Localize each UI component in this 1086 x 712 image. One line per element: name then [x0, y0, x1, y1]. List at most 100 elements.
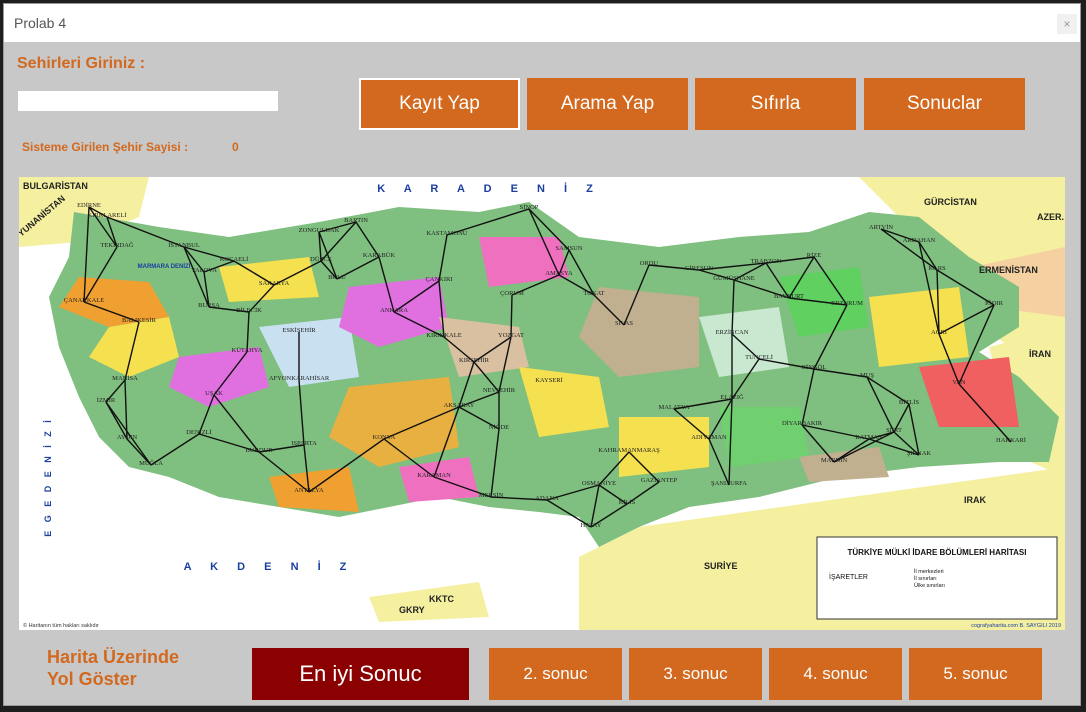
city-label[interactable]: MANİSA	[112, 375, 138, 382]
city-label[interactable]: YOZGAT	[498, 332, 524, 339]
city-label[interactable]: TRABZON	[751, 258, 782, 265]
city-label[interactable]: YALOVA	[191, 267, 217, 274]
city-label[interactable]: SAMSUN	[555, 245, 582, 252]
city-label[interactable]: İSTANBUL	[168, 242, 200, 249]
city-label[interactable]: ÇANKIRI	[425, 276, 452, 283]
city-input[interactable]	[18, 91, 278, 111]
city-label[interactable]: KARAMAN	[417, 472, 451, 479]
city-label[interactable]: AĞRI	[931, 328, 947, 336]
city-label[interactable]: ESKİŞEHİR	[282, 327, 316, 334]
neighbor-country-label: BULGARİSTAN	[23, 181, 88, 191]
city-label[interactable]: DENİZLİ	[186, 429, 212, 436]
result-5-button[interactable]: 5. sonuc	[909, 648, 1042, 700]
city-label[interactable]: KAYSERİ	[535, 377, 563, 384]
city-label[interactable]: ANTALYA	[294, 487, 324, 494]
turkey-map[interactable]: EDİRNE KIRKLARELİ TEKİRDAĞ İSTANBUL YALOVA KO…	[19, 177, 1065, 630]
city-label[interactable]: KAHRAMANMARAŞ	[598, 447, 660, 454]
city-label[interactable]: VAN	[952, 379, 966, 386]
city-label[interactable]: KOCAELİ	[220, 256, 249, 263]
city-label[interactable]: UŞAK	[205, 390, 223, 397]
neighbor-country-label: SURİYE	[704, 561, 738, 571]
city-label[interactable]: BATMAN	[855, 434, 883, 441]
city-label[interactable]: BİLECİK	[236, 307, 262, 314]
results-button[interactable]: Sonuclar	[864, 78, 1025, 130]
city-label[interactable]: MUŞ	[860, 372, 874, 379]
city-label[interactable]: MUĞLA	[139, 459, 163, 467]
city-label[interactable]: GİRESUN	[685, 265, 713, 272]
city-label[interactable]: KIRKLARELİ	[88, 212, 127, 219]
city-label[interactable]: SİVAS	[615, 320, 633, 327]
city-label[interactable]: MARDİN	[821, 457, 848, 464]
city-label[interactable]: HAKKARİ	[996, 437, 1026, 444]
city-label[interactable]: KARS	[928, 265, 946, 272]
neighbor-country-label: GKRY	[399, 605, 425, 615]
city-label[interactable]: KÜTAHYA	[232, 347, 263, 354]
city-label[interactable]: ADANA	[535, 495, 559, 502]
search-button[interactable]: Arama Yap	[527, 78, 688, 130]
city-label[interactable]: ADIYAMAN	[691, 434, 727, 441]
city-label[interactable]: NEVŞEHİR	[483, 387, 516, 394]
save-button[interactable]: Kayıt Yap	[359, 78, 520, 130]
city-label[interactable]: KİLİS	[619, 499, 636, 506]
city-label[interactable]: BURDUR	[245, 447, 273, 454]
city-label[interactable]: SİİRT	[886, 427, 902, 434]
city-label[interactable]: SAKARYA	[259, 280, 290, 287]
city-label[interactable]: ERZİNCAN	[716, 329, 749, 336]
close-icon[interactable]: ×	[1057, 14, 1077, 34]
city-label[interactable]: KARABÜK	[363, 252, 395, 259]
city-label[interactable]: TUNCELİ	[745, 354, 773, 361]
city-count-value: 0	[232, 140, 239, 154]
city-label[interactable]: DÜZCE	[310, 256, 332, 263]
city-label[interactable]: MERSİN	[479, 492, 504, 499]
city-label[interactable]: ERZURUM	[831, 300, 863, 307]
city-label[interactable]: RİZE	[807, 252, 821, 259]
city-label[interactable]: MALATYA	[658, 404, 689, 411]
city-label[interactable]: AYDIN	[117, 434, 138, 441]
result-3-button[interactable]: 3. sonuc	[629, 648, 762, 700]
city-label[interactable]: EDİRNE	[77, 202, 101, 209]
city-label[interactable]: ARDAHAN	[903, 237, 936, 244]
city-label[interactable]: AFYONKARAHİSAR	[269, 375, 330, 382]
city-label[interactable]: ANKARA	[380, 307, 408, 314]
city-label[interactable]: ORDU	[640, 260, 659, 267]
result-2-button[interactable]: 2. sonuc	[489, 648, 622, 700]
city-label[interactable]: OSMANİYE	[582, 480, 616, 487]
city-label[interactable]: ÇORUM	[500, 290, 524, 297]
neighbor-country-label: GÜRCİSTAN	[924, 197, 977, 207]
best-result-button[interactable]: En iyi Sonuc	[252, 648, 469, 700]
city-label[interactable]: IĞDIR	[985, 299, 1004, 307]
city-label[interactable]: SİNOP	[520, 204, 539, 211]
city-label[interactable]: BAYBURT	[774, 293, 804, 300]
result-4-button[interactable]: 4. sonuc	[769, 648, 902, 700]
city-label[interactable]: TOKAT	[583, 290, 604, 297]
city-label[interactable]: AMASYA	[545, 270, 573, 277]
city-label[interactable]: BOLU	[328, 274, 346, 281]
city-label[interactable]: DİYARBAKIR	[782, 420, 823, 427]
city-label[interactable]: ŞANLIURFA	[711, 480, 747, 487]
city-label[interactable]: KIRŞEHİR	[459, 357, 490, 364]
city-label[interactable]: KONYA	[373, 434, 396, 441]
city-label[interactable]: GAZİANTEP	[641, 477, 678, 484]
city-label[interactable]: NİĞDE	[489, 423, 509, 431]
city-label[interactable]: ŞIRNAK	[907, 450, 932, 457]
city-label[interactable]: AKSARAY	[444, 402, 475, 409]
city-label[interactable]: ELAZIĞ	[720, 393, 744, 401]
city-label[interactable]: BARTIN	[344, 217, 368, 224]
city-label[interactable]: KASTAMONU	[426, 230, 467, 237]
city-label[interactable]: BİNGÖL	[802, 364, 827, 371]
mediterranean-label: A K D E N İ Z	[184, 560, 355, 573]
city-label[interactable]: KIRIKKALE	[426, 332, 461, 339]
city-label[interactable]: HATAY	[581, 522, 602, 529]
city-label[interactable]: ARTVİN	[869, 224, 893, 231]
city-label[interactable]: ISPARTA	[291, 440, 317, 447]
city-label[interactable]: BİTLİS	[899, 399, 920, 406]
city-label[interactable]: ÇANAKKALE	[64, 297, 104, 304]
city-label[interactable]: TEKİRDAĞ	[100, 241, 134, 249]
city-label[interactable]: İZMİR	[97, 397, 116, 404]
reset-button[interactable]: Sıfırla	[695, 78, 856, 130]
city-label[interactable]: BURSA	[198, 302, 220, 309]
city-count-label: Sisteme Girilen Şehir Sayisi :	[22, 140, 189, 154]
city-label[interactable]: GÜMÜŞHANE	[713, 275, 755, 282]
city-label[interactable]: ZONGULDAK	[299, 227, 340, 234]
city-label[interactable]: BALIKESİR	[122, 317, 157, 324]
